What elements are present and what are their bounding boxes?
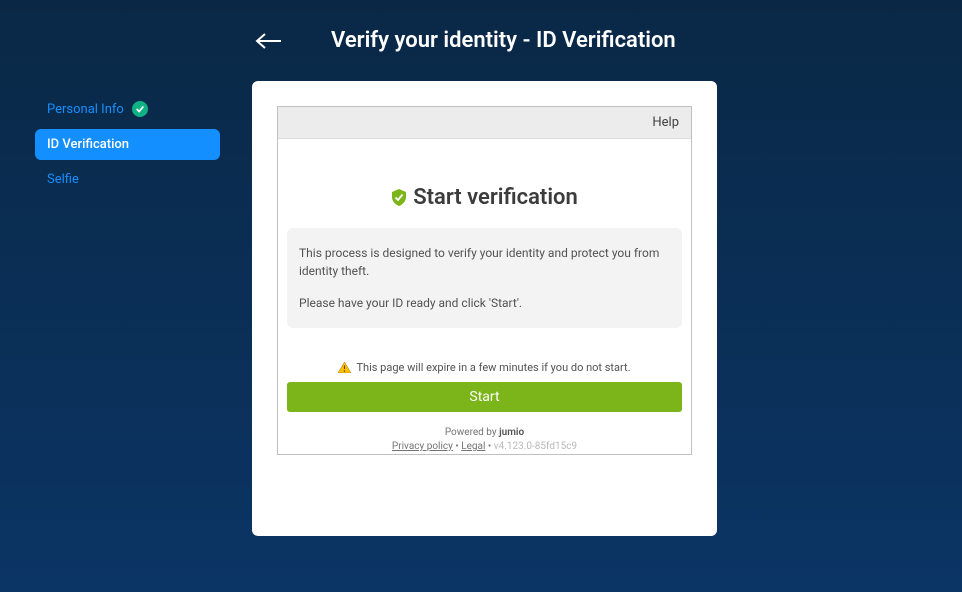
sidebar-item-personal-info[interactable]: Personal Info bbox=[35, 93, 220, 125]
info-box: This process is designed to verify your … bbox=[287, 228, 682, 328]
sidebar-item-label: ID Verification bbox=[47, 137, 129, 152]
page-title: Verify your identity - ID Verification bbox=[331, 28, 676, 53]
footer-separator: • bbox=[485, 441, 493, 452]
back-arrow-icon bbox=[255, 33, 283, 49]
page-header: Verify your identity - ID Verification bbox=[0, 0, 962, 81]
sidebar-item-label: Personal Info bbox=[47, 102, 124, 117]
verification-frame: Help Start verification This process is … bbox=[277, 106, 692, 455]
legal-link[interactable]: Legal bbox=[461, 441, 485, 452]
content-title: Start verification bbox=[413, 185, 578, 210]
expiry-warning: This page will expire in a few minutes i… bbox=[338, 361, 630, 374]
back-button[interactable] bbox=[255, 31, 283, 51]
powered-by-brand: jumio bbox=[499, 427, 524, 438]
step-sidebar: Personal Info ID Verification Selfie bbox=[0, 81, 220, 536]
content-title-row: Start verification bbox=[391, 185, 578, 210]
sidebar-item-selfie[interactable]: Selfie bbox=[35, 164, 220, 195]
start-button[interactable]: Start bbox=[287, 382, 682, 412]
info-text-1: This process is designed to verify your … bbox=[299, 244, 670, 280]
verification-panel: Help Start verification This process is … bbox=[252, 81, 717, 536]
shield-check-icon bbox=[391, 189, 407, 206]
frame-topbar: Help bbox=[278, 107, 691, 139]
warning-icon bbox=[338, 362, 351, 373]
privacy-policy-link[interactable]: Privacy policy bbox=[392, 441, 453, 452]
warning-text: This page will expire in a few minutes i… bbox=[356, 361, 630, 374]
info-text-2: Please have your ID ready and click 'Sta… bbox=[299, 294, 670, 312]
help-link[interactable]: Help bbox=[652, 115, 679, 130]
frame-body: Start verification This process is desig… bbox=[278, 139, 691, 454]
sidebar-item-id-verification[interactable]: ID Verification bbox=[35, 129, 220, 160]
version-text: v4.123.0-85fd15c9 bbox=[494, 441, 577, 452]
footer-separator: • bbox=[453, 441, 461, 452]
sidebar-item-label: Selfie bbox=[47, 172, 79, 187]
frame-footer: Powered by jumio Privacy policy • Legal … bbox=[392, 426, 577, 454]
powered-by-prefix: Powered by bbox=[445, 427, 499, 438]
completed-check-icon bbox=[132, 101, 148, 117]
